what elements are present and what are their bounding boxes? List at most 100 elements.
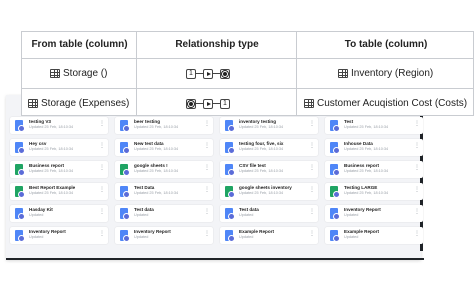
document-card[interactable]: google sheets inventory Updated 25 Feb, 1… — [220, 183, 318, 200]
document-card[interactable]: Inventory Report Updated ⋮ — [325, 205, 423, 222]
more-options-icon[interactable]: ⋮ — [414, 143, 420, 149]
row-2-from[interactable]: Storage (Expenses) — [28, 89, 129, 118]
more-options-icon[interactable]: ⋮ — [309, 231, 315, 237]
card-updated: Updated — [239, 235, 254, 239]
spreadsheet-icon — [120, 164, 130, 176]
more-options-icon[interactable]: ⋮ — [309, 165, 315, 171]
more-options-icon[interactable]: ⋮ — [204, 165, 210, 171]
table-icon — [304, 99, 314, 108]
more-options-icon[interactable]: ⋮ — [309, 143, 315, 149]
header-to: To table (column) — [344, 39, 428, 50]
document-card[interactable]: Hey csv Updated 25 Feb, 18:10:34 ⋮ — [10, 139, 108, 156]
row-2-to-label: Customer Acuqistion Cost (Costs) — [317, 98, 468, 109]
more-options-icon[interactable]: ⋮ — [99, 231, 105, 237]
spreadsheet-icon — [15, 164, 25, 176]
card-updated: Updated 25 Feb, 18:10:34 — [344, 191, 389, 195]
document-card[interactable]: beer testing Updated 25 Feb, 18:10:34 ⋮ — [115, 117, 213, 134]
row-1-relationship[interactable]: 1 — [186, 59, 230, 88]
card-title: CSV file test — [239, 163, 266, 168]
card-title: Test data — [134, 207, 154, 212]
document-card[interactable]: Inventory Report Updated ⋮ — [10, 227, 108, 244]
card-title: google sheets inventory — [239, 185, 292, 190]
card-title: google sheets ! — [134, 163, 168, 168]
card-updated: Updated 25 Feb, 18:10:34 — [134, 191, 179, 195]
card-updated: Updated 25 Feb, 18:10:34 — [29, 125, 74, 129]
card-updated: Updated 25 Feb, 18:10:34 — [239, 169, 284, 173]
header-from: From table (column) — [31, 39, 128, 50]
card-updated: Updated — [134, 213, 149, 217]
more-options-icon[interactable]: ⋮ — [414, 187, 420, 193]
card-title: Business report — [344, 163, 379, 168]
many-side-icon — [220, 68, 230, 79]
card-title: testing four, five, six — [239, 141, 284, 146]
relationship-table: From table (column) Relationship type To… — [21, 31, 474, 116]
card-title: Testing LARGE — [344, 185, 378, 190]
card-updated: Updated — [29, 235, 44, 239]
document-icon — [330, 230, 340, 242]
card-title: Inventory Report — [134, 229, 171, 234]
document-icon — [15, 120, 25, 132]
document-card[interactable]: Example Report Updated ⋮ — [325, 227, 423, 244]
more-options-icon[interactable]: ⋮ — [204, 209, 210, 215]
more-options-icon[interactable]: ⋮ — [99, 187, 105, 193]
document-card[interactable]: Business report Updated 25 Feb, 18:10:34 ⋮ — [325, 161, 423, 178]
document-card[interactable]: Inventory Report Updated ⋮ — [115, 227, 213, 244]
card-title: Inhouse Data — [344, 141, 373, 146]
document-card[interactable]: Hasday Kit Updated ⋮ — [10, 205, 108, 222]
document-icon — [15, 142, 25, 154]
document-card[interactable]: Example Report Updated ⋮ — [220, 227, 318, 244]
document-card[interactable]: Test Updated 25 Feb, 18:10:34 ⋮ — [325, 117, 423, 134]
more-options-icon[interactable]: ⋮ — [414, 165, 420, 171]
document-card[interactable]: New test data Updated 25 Feb, 18:10:34 ⋮ — [115, 139, 213, 156]
row-2-relationship[interactable]: 1 — [186, 89, 230, 118]
more-options-icon[interactable]: ⋮ — [309, 121, 315, 127]
document-card[interactable]: testing four, five, six Updated 25 Feb, 1… — [220, 139, 318, 156]
spreadsheet-icon — [15, 186, 25, 198]
document-card[interactable]: Test data Updated ⋮ — [115, 205, 213, 222]
document-icon — [225, 230, 235, 242]
more-options-icon[interactable]: ⋮ — [414, 121, 420, 127]
document-card[interactable]: Test data Updated ⋮ — [220, 205, 318, 222]
one-side-icon: 1 — [186, 68, 196, 79]
row-1-to[interactable]: Inventory (Region) — [338, 59, 433, 88]
row-2-to[interactable]: Customer Acuqistion Cost (Costs) — [304, 89, 467, 118]
document-card[interactable]: Business report Updated 25 Feb, 18:10:34 ⋮ — [10, 161, 108, 178]
document-card[interactable]: Testing LARGE Updated 25 Feb, 18:10:34 ⋮ — [325, 183, 423, 200]
document-card[interactable]: inventory testing Updated 25 Feb, 18:10:3… — [220, 117, 318, 134]
more-options-icon[interactable]: ⋮ — [309, 187, 315, 193]
document-icon — [120, 208, 130, 220]
card-updated: Updated 25 Feb, 18:10:34 — [344, 169, 389, 173]
card-title: Inventory Report — [344, 207, 381, 212]
document-card[interactable]: Inhouse Data Updated 25 Feb, 18:10:34 ⋮ — [325, 139, 423, 156]
more-options-icon[interactable]: ⋮ — [99, 165, 105, 171]
header-relationship: Relationship type — [175, 39, 259, 50]
card-title: beer testing — [134, 119, 161, 124]
card-title: New test data — [134, 141, 164, 146]
document-icon — [120, 142, 130, 154]
more-options-icon[interactable]: ⋮ — [204, 143, 210, 149]
more-options-icon[interactable]: ⋮ — [99, 209, 105, 215]
document-card[interactable]: CSV file test Updated 25 Feb, 18:10:34 ⋮ — [220, 161, 318, 178]
document-icon — [330, 120, 340, 132]
more-options-icon[interactable]: ⋮ — [414, 209, 420, 215]
spreadsheet-icon — [330, 186, 340, 198]
more-options-icon[interactable]: ⋮ — [99, 121, 105, 127]
document-card[interactable]: testing V3 Updated 25 Feb, 18:10:34 ⋮ — [10, 117, 108, 134]
more-options-icon[interactable]: ⋮ — [204, 121, 210, 127]
more-options-icon[interactable]: ⋮ — [309, 209, 315, 215]
document-icon — [330, 164, 340, 176]
row-1-from[interactable]: Storage () — [50, 59, 107, 88]
document-icon — [225, 142, 235, 154]
grid-bottom-shadow — [10, 258, 424, 260]
more-options-icon[interactable]: ⋮ — [204, 187, 210, 193]
document-card[interactable]: google sheets ! Updated 25 Feb, 18:10:34 ⋮ — [115, 161, 213, 178]
more-options-icon[interactable]: ⋮ — [414, 231, 420, 237]
document-card[interactable]: Test Data Updated 25 Feb, 18:10:34 ⋮ — [115, 183, 213, 200]
card-title: Test — [344, 119, 354, 124]
document-card[interactable]: Best Report Example Updated 25 Feb, 18:10… — [10, 183, 108, 200]
more-options-icon[interactable]: ⋮ — [204, 231, 210, 237]
many-side-icon — [186, 98, 196, 109]
card-updated: Updated 25 Feb, 18:10:34 — [134, 125, 179, 129]
card-title: Hasday Kit — [29, 207, 53, 212]
more-options-icon[interactable]: ⋮ — [99, 143, 105, 149]
